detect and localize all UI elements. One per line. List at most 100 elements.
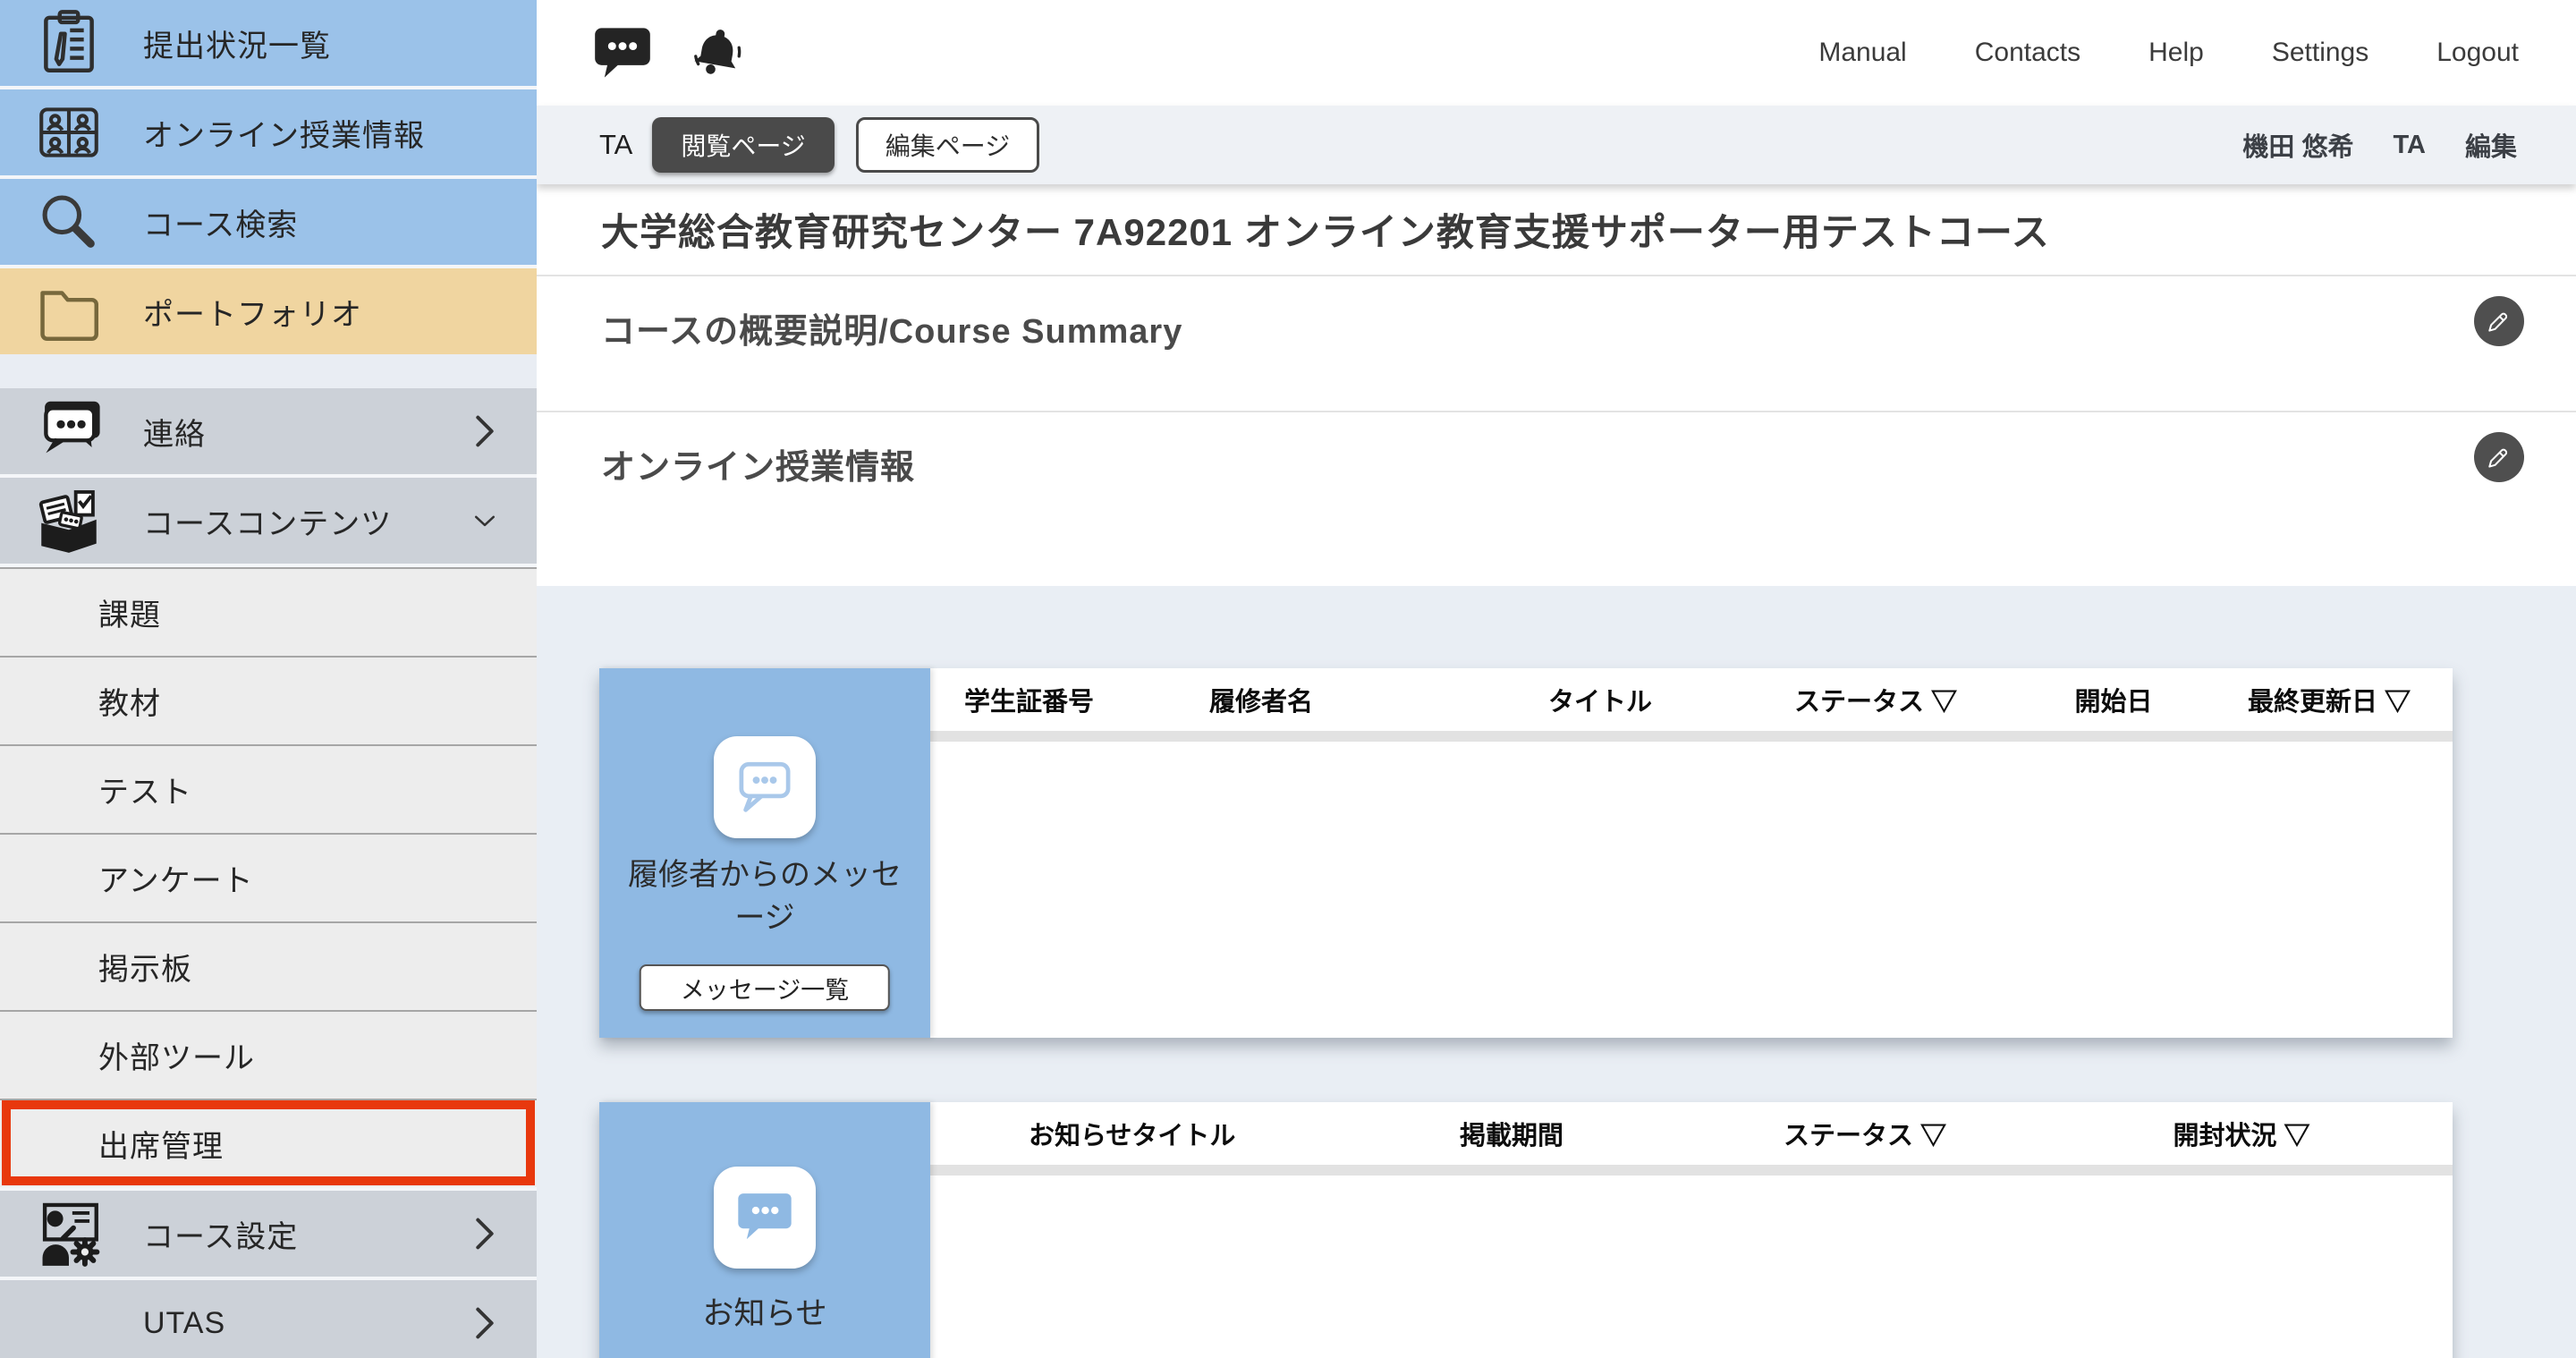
notifications-button[interactable] [687,25,748,81]
sidebar-icon [32,1286,106,1358]
sidebar-subitem[interactable]: 教材 [0,656,537,744]
message-list-button[interactable]: メッセージ一覧 [640,964,890,1011]
sidebar-item[interactable]: 提出状況一覧 [0,0,537,86]
sidebar-spacer [0,354,537,388]
clipboard-icon [32,6,106,80]
sidebar-item[interactable]: ポートフォリオ [0,268,537,354]
sidebar-subitem-label: 外部ツール [98,1033,255,1077]
video-grid-icon [32,96,106,169]
sidebar-item[interactable]: コースコンテンツ [0,478,537,564]
role-label: TA [599,129,632,161]
course-header-panel: 大学総合教育研究センター 7A92201 オンライン教育支援サポーター用テストコ… [537,184,2576,586]
sidebar-subitem[interactable]: アンケート [0,833,537,921]
announcements-table-header: お知らせタイトル 掲載期間 ステータス ▽ 開封状況 ▽ [930,1102,2453,1165]
column-header[interactable]: 履修者名 [1175,681,1470,718]
sidebar-subitem-label: テスト [98,768,192,811]
pencil-icon [2482,303,2516,340]
course-section: コースの概要説明/Course Summary [537,275,2576,411]
app-root: 提出状況一覧 オンライン授業情報 コース検索 ポートフォリオ [0,0,2576,1358]
announcements-table: お知らせタイトル 掲載期間 ステータス ▽ 開封状況 ▽ [930,1102,2453,1358]
chevron-down-icon [472,501,497,540]
messages-card-side: 履修者からのメッセージ メッセージ一覧 [599,668,930,1038]
column-header[interactable]: タイトル [1470,681,1730,718]
nav-link[interactable]: Contacts [1975,38,2080,68]
messages-table-body [930,742,2453,1038]
sidebar-subitem[interactable]: 出席管理 [0,1099,537,1187]
course-content-icon [32,484,106,557]
nav-link[interactable]: Help [2148,38,2204,68]
messages-table-header: 学生証番号 履修者名 タイトル ステータス ▽ 開始日 最終更新日 ▽ [930,668,2453,731]
section-title: コースの概要説明/Course Summary [601,303,1182,352]
user-edit-link[interactable]: 編集 [2465,126,2517,164]
sidebar-subitem[interactable]: 外部ツール [0,1010,537,1099]
message-icon [592,70,653,83]
edit-section-button[interactable] [2474,432,2524,482]
course-title: 大学総合教育研究センター 7A92201 オンライン教育支援サポーター用テストコ… [537,184,2576,275]
messages-card: 履修者からのメッセージ メッセージ一覧 学生証番号 履修者名 タイトル ステータ… [599,668,2453,1038]
nav-link[interactable]: Logout [2436,38,2519,68]
messages-card-icon-box [714,736,816,838]
sidebar-item-label: ポートフォリオ [143,290,362,334]
nav-link[interactable]: Settings [2272,38,2368,68]
announcements-card: お知らせ お知らせタイトル 掲載期間 ステータス ▽ 開封状況 ▽ [599,1102,2453,1358]
search-icon [32,185,106,259]
sidebar-item-label: コース検索 [143,200,298,244]
messages-card-label: 履修者からのメッセージ [599,854,930,939]
sidebar-subitem[interactable]: 掲示板 [0,921,537,1010]
nav-link[interactable]: Manual [1818,38,1906,68]
messages-table: 学生証番号 履修者名 タイトル ステータス ▽ 開始日 最終更新日 ▽ [930,668,2453,1038]
edit-page-button[interactable]: 編集ページ [856,117,1039,173]
sidebar-subitem-label: 出席管理 [98,1122,224,1166]
sidebar-item-label: UTAS [143,1306,225,1341]
sidebar-subitem-label: 課題 [98,590,161,634]
chevron-right-icon [472,1303,497,1343]
column-header[interactable]: 最終更新日 ▽ [2206,681,2453,718]
bell-icon [687,70,748,83]
column-header[interactable]: ステータス ▽ [1730,681,2021,718]
column-header[interactable]: 開始日 [2021,681,2206,718]
chevron-right-icon [472,412,497,451]
sidebar-item[interactable]: コース設定 [0,1191,537,1277]
pencil-icon [2482,439,2516,476]
column-header[interactable]: お知らせタイトル [930,1115,1324,1152]
sidebar-subitem-label: 教材 [98,679,161,723]
dashboard-area: 履修者からのメッセージ メッセージ一覧 学生証番号 履修者名 タイトル ステータ… [537,586,2576,1358]
course-settings-icon [32,1197,106,1270]
user-info: 機田 悠希 TA 編集 [2242,126,2517,164]
sidebar-item[interactable]: オンライン授業情報 [0,89,537,175]
chat-bubble-filled-icon [731,1182,799,1254]
sidebar-item-label: コース設定 [143,1212,298,1256]
chat-bubble-outline-icon [731,751,799,824]
announcements-table-body [930,1176,2453,1358]
announcements-card-label: お知らせ [681,1292,848,1336]
column-header[interactable]: 開封状況 ▽ [2030,1115,2453,1152]
column-header[interactable]: 掲載期間 [1324,1115,1699,1152]
messages-button[interactable] [592,25,653,81]
sidebar-item-label: 連絡 [143,410,206,454]
sidebar-subitem-label: 掲示板 [98,945,192,989]
sidebar-item-label: 提出状況一覧 [143,21,331,65]
sidebar-item[interactable]: UTAS [0,1280,537,1358]
section-title: オンライン授業情報 [601,439,915,488]
table-divider [930,731,2453,742]
announcements-card-side: お知らせ [599,1102,930,1358]
user-name: 機田 悠希 [2242,126,2353,164]
chat-icon [32,395,106,468]
sidebar: 提出状況一覧 オンライン授業情報 コース検索 ポートフォリオ [0,0,537,1358]
folder-icon [32,275,106,348]
sidebar-item[interactable]: コース検索 [0,179,537,265]
page-toolbar: TA 閲覧ページ 編集ページ 機田 悠希 TA 編集 [537,106,2576,184]
sidebar-subitem[interactable]: 課題 [0,567,537,656]
sidebar-item-label: コースコンテンツ [143,499,392,543]
sidebar-subitem[interactable]: テスト [0,744,537,833]
view-page-button[interactable]: 閲覧ページ [652,117,834,173]
course-section: オンライン授業情報 [537,411,2576,587]
sidebar-subitem-label: アンケート [98,856,254,900]
top-bar: Manual Contacts Help Settings Logout [537,0,2576,106]
edit-section-button[interactable] [2474,296,2524,346]
top-nav: Manual Contacts Help Settings Logout [1818,38,2519,68]
sidebar-item[interactable]: 連絡 [0,388,537,474]
column-header[interactable]: ステータス ▽ [1699,1115,2030,1152]
user-role-badge: TA [2393,131,2426,160]
column-header[interactable]: 学生証番号 [930,681,1175,718]
